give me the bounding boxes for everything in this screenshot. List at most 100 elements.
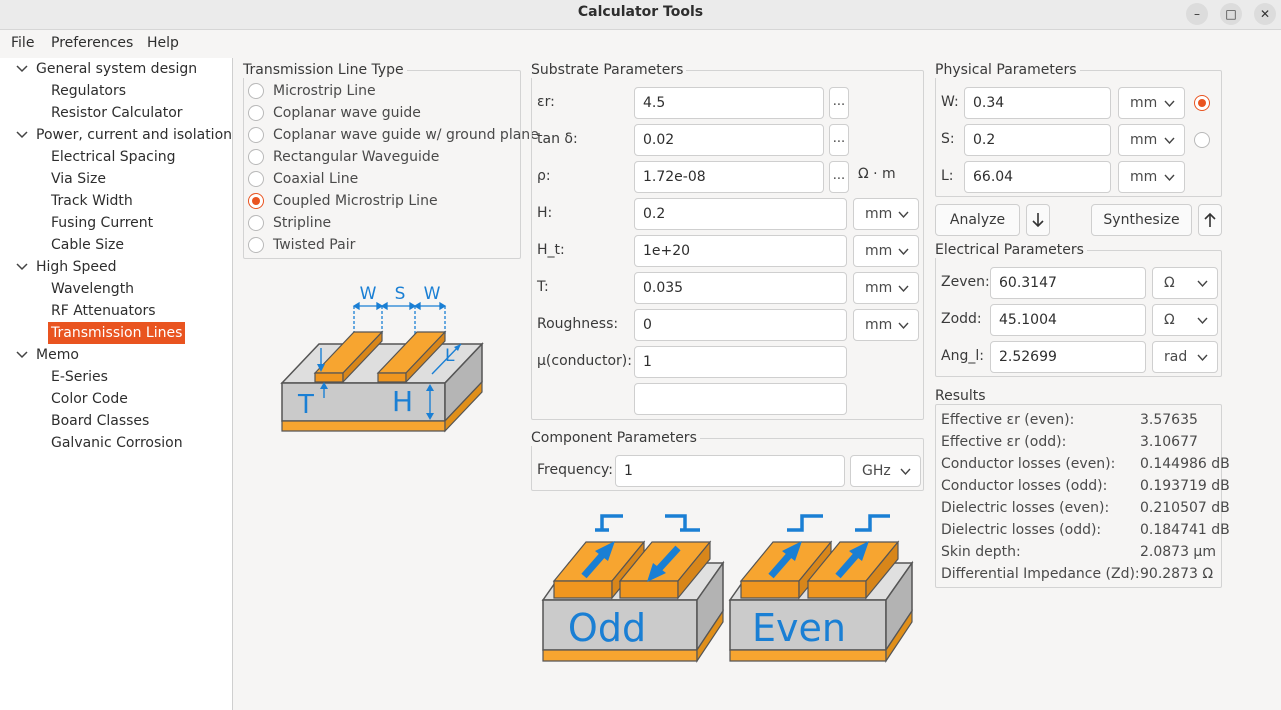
roughness-input[interactable]: 0 (634, 309, 847, 341)
frequency-unit-select[interactable]: GHz (850, 455, 921, 487)
tree-item-transmission-lines[interactable]: Transmission Lines (48, 322, 186, 344)
w-synthesis-radio[interactable] (1194, 95, 1210, 111)
close-button[interactable]: ✕ (1254, 3, 1276, 25)
zeven-unit-select[interactable]: Ω (1152, 267, 1218, 299)
w-unit-select[interactable]: mm (1118, 87, 1185, 119)
tree-item-cable-size[interactable]: Cable Size (51, 234, 124, 256)
menu-preferences[interactable]: Preferences (51, 35, 133, 51)
tree-item-board-classes[interactable]: Board Classes (51, 410, 149, 432)
t-unit-select[interactable]: mm (853, 272, 919, 304)
chevron-down-icon[interactable] (16, 124, 28, 146)
ht-input[interactable]: 1e+20 (634, 235, 847, 267)
t-label: T: (537, 279, 549, 295)
arrow-down-icon[interactable] (1026, 204, 1050, 236)
chevron-down-icon (1197, 354, 1208, 362)
chevron-down-icon (898, 285, 909, 293)
s-synthesis-radio[interactable] (1194, 132, 1210, 148)
synthesize-button[interactable]: Synthesize (1091, 204, 1192, 236)
ht-unit-select[interactable]: mm (853, 235, 919, 267)
radio-icon[interactable] (248, 83, 264, 99)
arrow-up-icon[interactable] (1198, 204, 1222, 236)
zodd-label: Zodd: (941, 311, 982, 327)
frequency-input[interactable]: 1 (615, 455, 845, 487)
er-dots-button[interactable]: ... (829, 87, 849, 119)
tree-group-general[interactable]: General system design (36, 58, 197, 80)
s-input[interactable]: 0.2 (964, 124, 1111, 156)
er-input[interactable]: 4.5 (634, 87, 824, 119)
tree-item-track-width[interactable]: Track Width (51, 190, 133, 212)
tree-item-wavelength[interactable]: Wavelength (51, 278, 134, 300)
chevron-down-icon[interactable] (16, 58, 28, 80)
physical-title: Physical Parameters (935, 62, 1080, 78)
maximize-button[interactable]: □ (1220, 3, 1242, 25)
result-value: 0.144986 dB (1140, 456, 1230, 472)
tand-dots-button[interactable]: ... (829, 124, 849, 156)
angl-input[interactable]: 2.52699 (990, 341, 1146, 373)
result-label: Dielectric losses (odd): (941, 522, 1102, 538)
result-label: Effective εr (odd): (941, 434, 1067, 450)
tree-group-power[interactable]: Power, current and isolation (36, 124, 232, 146)
radio-icon[interactable] (248, 149, 264, 165)
minimize-button[interactable]: – (1186, 3, 1208, 25)
tree-item-galvanic-corrosion[interactable]: Galvanic Corrosion (51, 432, 183, 454)
zeven-input[interactable]: 60.3147 (990, 267, 1146, 299)
zodd-input[interactable]: 45.1004 (990, 304, 1146, 336)
result-label: Conductor losses (even): (941, 456, 1116, 472)
radio-icon[interactable] (248, 127, 264, 143)
result-label: Effective εr (even): (941, 412, 1075, 428)
chevron-down-icon[interactable] (16, 256, 28, 278)
tand-input[interactable]: 0.02 (634, 124, 824, 156)
radio-icon[interactable] (248, 105, 264, 121)
l-input[interactable]: 66.04 (964, 161, 1111, 193)
tree-item-via-size[interactable]: Via Size (51, 168, 106, 190)
menu-help[interactable]: Help (147, 35, 179, 51)
tree-item-fusing-current[interactable]: Fusing Current (51, 212, 153, 234)
w-input[interactable]: 0.34 (964, 87, 1111, 119)
tree-item-electrical-spacing[interactable]: Electrical Spacing (51, 146, 176, 168)
tree-item-resistor-calculator[interactable]: Resistor Calculator (51, 102, 183, 124)
tree-item-e-series[interactable]: E-Series (51, 366, 108, 388)
mu-input[interactable]: 1 (634, 346, 847, 378)
diagram-w2-label: W (424, 284, 441, 304)
electrical-title: Electrical Parameters (935, 242, 1087, 258)
diagram-l-label: L (445, 346, 455, 366)
tree-item-regulators[interactable]: Regulators (51, 80, 126, 102)
chevron-down-icon[interactable] (16, 344, 28, 366)
l-unit-select[interactable]: mm (1118, 161, 1185, 193)
zodd-unit-select[interactable]: Ω (1152, 304, 1218, 336)
s-unit-select[interactable]: mm (1118, 124, 1185, 156)
tree-item-rf-attenuators[interactable]: RF Attenuators (51, 300, 156, 322)
radio-icon[interactable] (248, 237, 264, 253)
navigation-tree: General system design Regulators Resisto… (0, 58, 233, 710)
chevron-down-icon (900, 468, 911, 476)
menu-bar: File Preferences Help (0, 31, 1281, 57)
h-unit-select[interactable]: mm (853, 198, 919, 230)
mu-label: μ(conductor): (537, 353, 632, 369)
s-label: S: (941, 131, 955, 147)
radio-icon[interactable] (248, 171, 264, 187)
tree-group-memo[interactable]: Memo (36, 344, 79, 366)
tree-group-high-speed[interactable]: High Speed (36, 256, 117, 278)
angl-unit-select[interactable]: rad (1152, 341, 1218, 373)
h-input[interactable]: 0.2 (634, 198, 847, 230)
rho-input[interactable]: 1.72e-08 (634, 161, 824, 193)
extra-substrate-input[interactable] (634, 383, 847, 415)
tree-item-color-code[interactable]: Color Code (51, 388, 128, 410)
line-type-title: Transmission Line Type (243, 62, 407, 78)
radio-icon[interactable] (248, 193, 264, 209)
er-label: εr: (537, 94, 555, 110)
chevron-down-icon (1164, 100, 1175, 108)
radio-icon[interactable] (248, 215, 264, 231)
rho-dots-button[interactable]: ... (829, 161, 849, 193)
chevron-down-icon (1197, 317, 1208, 325)
zeven-label: Zeven: (941, 274, 990, 290)
roughness-unit-select[interactable]: mm (853, 309, 919, 341)
odd-mode-label: Odd (568, 606, 646, 650)
result-value: 3.57635 (1140, 412, 1198, 428)
component-title: Component Parameters (531, 430, 700, 446)
window-title: Calculator Tools (577, 4, 704, 20)
t-input[interactable]: 0.035 (634, 272, 847, 304)
result-value: 0.193719 dB (1140, 478, 1230, 494)
analyze-button[interactable]: Analyze (935, 204, 1020, 236)
menu-file[interactable]: File (11, 35, 34, 51)
